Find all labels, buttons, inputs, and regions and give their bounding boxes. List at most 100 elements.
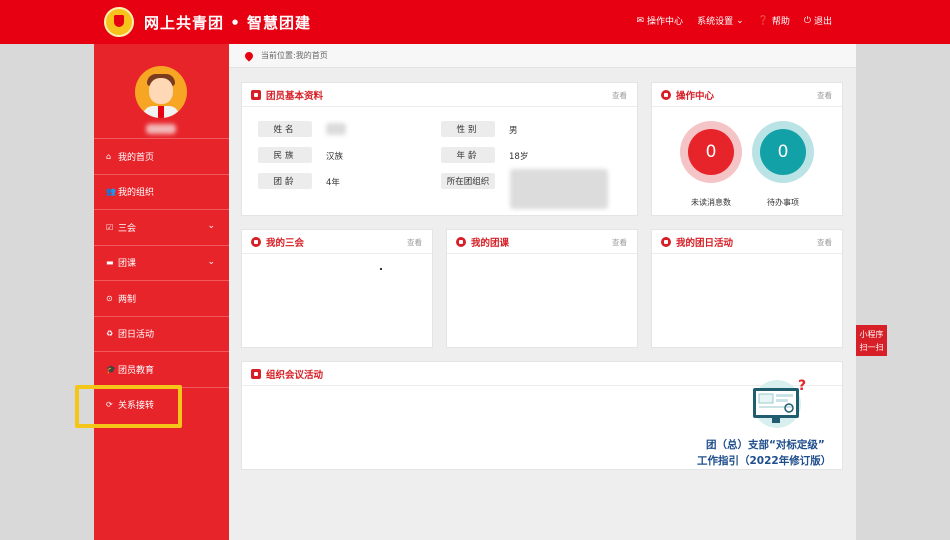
field-value-name-redacted <box>326 123 346 135</box>
field-value-organization-redacted <box>510 169 608 209</box>
profile-panel-title: 团员基本资料 <box>266 90 324 102</box>
field-value-league-age: 4年 <box>326 178 340 188</box>
sanhui-panel: 我的三会 查看 <box>241 229 433 348</box>
sidebar-item-label: 我的组织 <box>118 188 155 199</box>
sidebar-item-label: 三会 <box>118 223 137 234</box>
power-icon: ⏻ <box>803 15 811 26</box>
recycle-icon: ♻ <box>106 329 114 339</box>
todo-items-ring[interactable]: 0 <box>752 121 814 183</box>
chevron-down-icon: ⌄ <box>207 221 215 231</box>
nav-ops-center[interactable]: ✉ 操作中心 <box>636 14 684 28</box>
sidebar-item-label: 两制 <box>118 294 137 305</box>
sidebar-item-sanhui[interactable]: ☑ 三会 ⌄ <box>94 209 229 245</box>
breadcrumb-text: 当前位置:我的首页 <box>261 51 328 60</box>
todo-items-label: 待办事项 <box>767 198 799 207</box>
main-content: 当前位置:我的首页 团员基本资料 查看 姓名 性别 男 民族 汉族 年龄 18岁… <box>229 44 856 540</box>
nav-system-settings-label: 系统设置 <box>697 17 734 27</box>
ops-center-header: 操作中心 查看 <box>652 83 842 107</box>
sidebar-item-transfer[interactable]: ⟳ 关系接转 <box>94 386 229 423</box>
refresh-icon: ⟳ <box>106 400 113 410</box>
sidebar-item-home[interactable]: ⌂ 我的首页 <box>94 138 229 174</box>
folder-icon: ▬ <box>106 258 114 268</box>
chevron-down-icon: ⌄ <box>207 256 215 267</box>
unread-messages-label: 未读消息数 <box>691 198 731 207</box>
field-value-age: 18岁 <box>509 152 529 162</box>
unread-messages-count: 0 <box>688 129 734 175</box>
meeting-panel-title: 组织会议活动 <box>266 369 324 381</box>
field-label-organization: 所在团组织 <box>441 173 495 189</box>
promo-monitor-illustration[interactable]: ? <box>745 376 813 428</box>
tuanri-panel-title: 我的团日活动 <box>676 237 734 249</box>
breadcrumb: 当前位置:我的首页 <box>229 44 856 68</box>
top-nav: ✉ 操作中心 系统设置 ⌄ ❓ 帮助 ⏻ 退出 <box>636 14 833 28</box>
graduation-icon: 🎓 <box>106 364 116 374</box>
tuanke-panel-title: 我的团课 <box>471 237 510 249</box>
ops-more-link[interactable]: 查看 <box>817 90 832 101</box>
field-label-name: 姓名 <box>258 121 312 137</box>
field-label-age: 年龄 <box>441 147 495 163</box>
tuanri-panel: 我的团日活动 查看 <box>651 229 843 348</box>
stray-dot <box>380 268 382 270</box>
field-label-league-age: 团龄 <box>258 173 312 189</box>
unread-messages-ring[interactable]: 0 <box>680 121 742 183</box>
user-name-redacted <box>146 124 176 134</box>
nav-logout[interactable]: ⏻ 退出 <box>803 14 832 28</box>
tuanke-panel-header: 我的团课 查看 <box>447 230 637 254</box>
svg-text:?: ? <box>798 378 806 394</box>
nav-system-settings[interactable]: 系统设置 ⌄ <box>697 14 744 28</box>
ops-center-title: 操作中心 <box>676 90 715 102</box>
home-icon: ⌂ <box>106 151 112 161</box>
book-icon <box>251 368 261 379</box>
site-title: 网上共青团 • 智慧团建 <box>144 14 312 32</box>
sidebar-item-label: 团员教育 <box>118 365 155 376</box>
ops-center-panel: 操作中心 查看 0 未读消息数 0 待办事项 <box>651 82 843 216</box>
circle-icon: ⊙ <box>106 293 113 303</box>
field-value-ethnicity: 汉族 <box>326 152 344 162</box>
league-logo-icon <box>104 7 134 37</box>
tuanke-panel: 我的团课 查看 <box>446 229 638 348</box>
sidebar-item-organization[interactable]: 👥 我的组织 <box>94 173 229 210</box>
avatar-tie <box>158 106 164 118</box>
sidebar-item-tuanri[interactable]: ♻ 团日活动 <box>94 315 229 352</box>
sidebar-menu: ⌂ 我的首页 👥 我的组织 ☑ 三会 ⌄ ▬ 团课 ⌄ ⊙ 两制 ♻ 团日活动 … <box>94 138 229 422</box>
sidebar-item-label: 团课 <box>118 259 137 270</box>
sidebar: ⌂ 我的首页 👥 我的组织 ☑ 三会 ⌄ ▬ 团课 ⌄ ⊙ 两制 ♻ 团日活动 … <box>94 44 229 540</box>
sidebar-item-tuanke[interactable]: ▬ 团课 ⌄ <box>94 244 229 281</box>
profile-more-link[interactable]: 查看 <box>612 90 627 101</box>
tuanke-more-link[interactable]: 查看 <box>612 237 627 248</box>
field-label-ethnicity: 民族 <box>258 147 312 163</box>
promo-line-2[interactable]: 工作指引（2022年修订版） <box>697 453 831 468</box>
profile-panel: 团员基本资料 查看 姓名 性别 男 民族 汉族 年龄 18岁 团龄 4年 所在团… <box>241 82 638 216</box>
sidebar-item-education[interactable]: 🎓 团员教育 <box>94 351 229 387</box>
question-icon: ❓ <box>757 15 769 26</box>
promo-line-1[interactable]: 团（总）支部“对标定级” <box>706 437 825 452</box>
mini-program-line-1: 小程序 <box>859 330 884 339</box>
todo-items-count: 0 <box>760 129 806 175</box>
mini-program-scan-tag[interactable]: 小程序 扫一扫 <box>856 325 887 356</box>
checkbox-icon: ☑ <box>106 222 114 232</box>
sidebar-item-liangzhi[interactable]: ⊙ 两制 <box>94 280 229 316</box>
location-pin-icon <box>243 49 255 62</box>
chat-icon <box>661 236 671 247</box>
sanhui-panel-header: 我的三会 查看 <box>242 230 432 254</box>
envelope-icon: ✉ <box>636 15 645 26</box>
avatar[interactable] <box>135 66 187 118</box>
pen-icon <box>456 236 466 247</box>
id-card-icon <box>251 89 261 100</box>
chevron-down-icon: ⌄ <box>736 15 744 26</box>
sidebar-item-label: 团日活动 <box>118 330 155 341</box>
users-icon: 👥 <box>106 187 116 197</box>
mini-program-line-2: 扫一扫 <box>859 343 884 352</box>
nav-logout-label: 退出 <box>813 17 832 27</box>
nav-help[interactable]: ❓ 帮助 <box>757 14 790 28</box>
tuanri-more-link[interactable]: 查看 <box>817 237 832 248</box>
top-header-bar: 网上共青团 • 智慧团建 ✉ 操作中心 系统设置 ⌄ ❓ 帮助 ⏻ 退出 <box>0 0 950 44</box>
sanhui-more-link[interactable]: 查看 <box>407 237 422 248</box>
nav-ops-center-label: 操作中心 <box>647 17 684 27</box>
sanhui-panel-title: 我的三会 <box>266 237 305 249</box>
meeting-icon <box>251 236 261 247</box>
field-value-gender: 男 <box>509 126 518 136</box>
sidebar-item-label: 我的首页 <box>118 152 155 163</box>
gear-icon <box>661 89 671 100</box>
meeting-panel: 组织会议活动 ? 团（总）支部“对标定级” 工作指引（2022年修订版） <box>241 361 843 470</box>
